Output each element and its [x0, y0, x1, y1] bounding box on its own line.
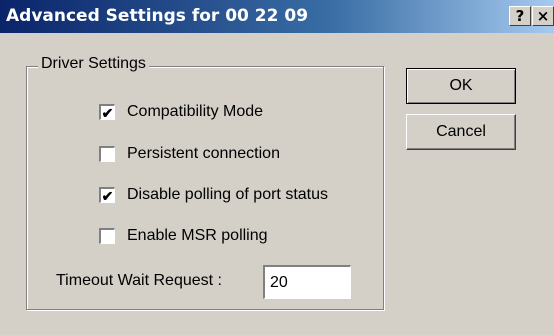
disable-polling-checkbox[interactable]: ✔: [99, 187, 115, 203]
persistent-connection-checkbox[interactable]: [99, 146, 115, 162]
disable-polling-label[interactable]: Disable polling of port status: [127, 186, 328, 204]
timeout-wait-request-label: Timeout Wait Request :: [56, 272, 222, 289]
enable-msr-polling-checkbox[interactable]: [99, 228, 115, 244]
ok-button[interactable]: OK: [406, 68, 516, 104]
advanced-settings-dialog: Advanced Settings for 00 22 09 ? × Drive…: [0, 0, 554, 335]
driver-settings-group-label: Driver Settings: [38, 55, 149, 73]
compatibility-mode-option[interactable]: ✔ Compatibility Mode: [99, 102, 263, 122]
compatibility-mode-checkbox[interactable]: ✔: [99, 104, 115, 120]
persistent-connection-option[interactable]: Persistent connection: [99, 144, 280, 164]
enable-msr-polling-label[interactable]: Enable MSR polling: [127, 227, 268, 245]
help-button[interactable]: ?: [509, 6, 531, 26]
check-mark-icon: ✔: [101, 187, 114, 204]
close-icon: ×: [536, 6, 550, 25]
disable-polling-option[interactable]: ✔ Disable polling of port status: [99, 185, 328, 205]
window-title: Advanced Settings for 00 22 09: [6, 6, 309, 26]
help-icon: ?: [515, 6, 525, 25]
check-mark-icon: ✔: [101, 104, 114, 121]
title-bar[interactable]: Advanced Settings for 00 22 09 ? ×: [0, 0, 554, 33]
close-button[interactable]: ×: [532, 6, 554, 26]
enable-msr-polling-option[interactable]: Enable MSR polling: [99, 226, 268, 246]
cancel-button[interactable]: Cancel: [406, 114, 516, 150]
timeout-wait-request-input[interactable]: [263, 265, 351, 299]
compatibility-mode-label[interactable]: Compatibility Mode: [127, 103, 263, 121]
persistent-connection-label[interactable]: Persistent connection: [127, 145, 280, 163]
